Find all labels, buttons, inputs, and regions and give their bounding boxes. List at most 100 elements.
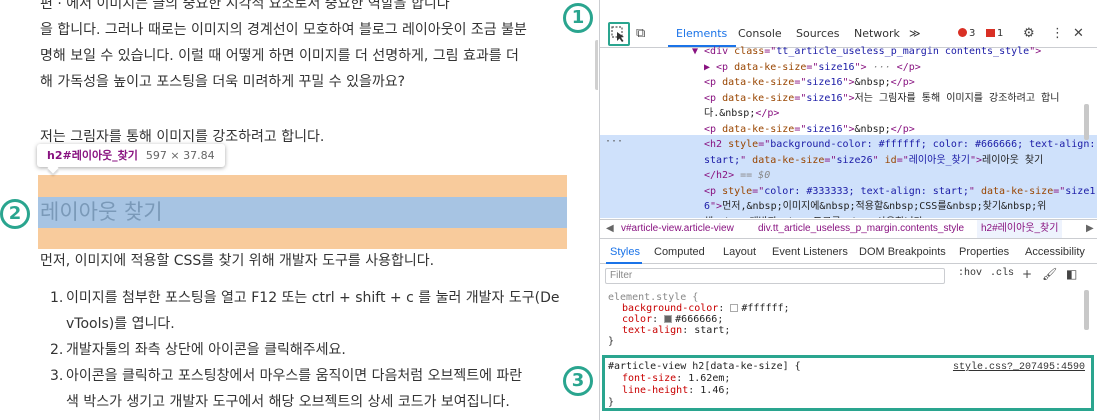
list-item: 3. 아이콘을 클릭하고 포스팅창에서 마우스를 움직이면 다음처럼 오브젝트에 … bbox=[50, 368, 523, 410]
inspect-tooltip: h2#레이아웃_찾기 597 × 37.84 bbox=[37, 144, 225, 167]
styles-subtabs: Styles Computed Layout Event Listeners D… bbox=[600, 240, 1097, 264]
tab-elements[interactable]: Elements bbox=[676, 27, 727, 40]
dom-scrollbar[interactable] bbox=[1084, 104, 1089, 140]
cls-toggle[interactable]: .cls bbox=[990, 268, 1014, 279]
dom-token: == $0 bbox=[740, 170, 771, 181]
tab-accessibility[interactable]: Accessibility bbox=[1025, 246, 1085, 258]
element-style-rule: element.style { background-color: #fffff… bbox=[608, 292, 790, 347]
issues-flag-icon bbox=[986, 29, 995, 37]
settings-gear-icon[interactable]: ⚙ bbox=[1023, 26, 1035, 41]
dom-node-line[interactable]: <p style="color: #333333; text-align: st… bbox=[704, 184, 1095, 200]
dom-token: =" bbox=[764, 46, 777, 57]
rule-close: } bbox=[608, 336, 615, 347]
step-badge-1: 1 bbox=[563, 3, 593, 33]
close-icon[interactable]: ✕ bbox=[1073, 26, 1084, 41]
tab-layout[interactable]: Layout bbox=[723, 246, 756, 258]
dom-node-line[interactable]: <p data-ke-size="size16">저는 그림자를 통해 이미지를… bbox=[704, 91, 1059, 107]
css-declaration[interactable]: font-size: 1.62em; bbox=[608, 373, 801, 385]
highlighted-css-rule: #article-view h2[data-ke-size] { font-si… bbox=[602, 355, 1094, 411]
dom-token: =" bbox=[794, 123, 807, 135]
css-declaration[interactable]: background-color: #ffffff; bbox=[608, 303, 790, 314]
dom-node-line[interactable]: 해&nbsp;개발자&nbsp;도구를&nbsp;사용합니다.</p> bbox=[704, 215, 953, 219]
dom-tree[interactable]: ··· ▼ <div class="tt_article_useless_p_m… bbox=[600, 44, 1097, 218]
dom-token: data-ke-size bbox=[722, 92, 795, 104]
heading-padding-highlight bbox=[38, 228, 567, 249]
dom-token: </p> bbox=[929, 217, 953, 219]
dom-token: =" bbox=[758, 139, 771, 150]
breadcrumb-scroll-right[interactable]: ▶ bbox=[1086, 223, 1094, 234]
styles-scrollbar[interactable] bbox=[1084, 290, 1089, 330]
tab-properties[interactable]: Properties bbox=[959, 246, 1009, 258]
styles-filter-input[interactable]: Filter bbox=[605, 268, 945, 284]
dom-node-line[interactable]: </h2> == $0 bbox=[704, 168, 770, 184]
intro-line: 을 합니다. 그러나 때로는 이미지의 경계선이 모호하여 블로그 레이아웃이 … bbox=[40, 22, 527, 38]
tab-console[interactable]: Console bbox=[738, 27, 782, 40]
color-swatch[interactable] bbox=[664, 315, 673, 323]
list-item: 1. 이미지를 첨부한 포스팅을 열고 F12 또는 ctrl + shift +… bbox=[50, 290, 560, 332]
dom-token: size26 bbox=[836, 154, 873, 166]
css-declaration[interactable]: color: #666666; bbox=[608, 314, 790, 325]
dom-node-line[interactable]: 다.&nbsp;</p> bbox=[704, 106, 779, 122]
dom-token: <p bbox=[704, 92, 723, 104]
dom-token: style bbox=[728, 139, 759, 150]
dom-token: data-ke-size bbox=[734, 61, 807, 73]
dom-token: =" bbox=[794, 77, 807, 88]
dom-token: =" bbox=[752, 185, 765, 197]
dom-token: </p> bbox=[890, 123, 915, 135]
more-tabs-icon[interactable]: ≫ bbox=[909, 27, 921, 40]
kebab-menu-icon[interactable]: ⋮ bbox=[1051, 26, 1064, 41]
tab-styles[interactable]: Styles bbox=[610, 246, 640, 258]
css-rule: #article-view h2[data-ke-size] { font-si… bbox=[608, 361, 801, 409]
dom-node-line[interactable]: 6">먼저,&nbsp;이미지에&nbsp;적용할&nbsp;CSS를&nbsp… bbox=[704, 199, 1046, 215]
inspect-element-button[interactable] bbox=[608, 22, 630, 46]
css-declaration[interactable]: text-align: start; bbox=[608, 325, 790, 336]
rule-selector: #article-view h2[data-ke-size] { bbox=[608, 361, 801, 372]
dom-token: "> bbox=[854, 61, 873, 73]
breadcrumb-item[interactable]: v#article-view.article-view bbox=[621, 223, 734, 234]
dom-token: data-ke-size bbox=[722, 123, 795, 135]
dom-token: start; bbox=[704, 154, 741, 166]
tab-event-listeners[interactable]: Event Listeners bbox=[772, 246, 848, 258]
dom-node-line[interactable]: ▶ <p data-ke-size="size16"> ··· </p> bbox=[704, 60, 921, 76]
device-toolbar-icon[interactable]: ⧉ bbox=[636, 26, 645, 41]
tab-dom-breakpoints[interactable]: DOM Breakpoints bbox=[859, 246, 946, 258]
dom-node-line[interactable]: <h2 style="background-color: #ffffff; co… bbox=[704, 137, 1095, 153]
dom-node-line[interactable]: start;" data-ke-size="size26" id="레이아웃_찾… bbox=[704, 153, 1043, 169]
paint-brush-icon[interactable]: 🖌 bbox=[1042, 267, 1057, 281]
hov-toggle[interactable]: :hov bbox=[958, 268, 982, 279]
dom-token: "> bbox=[842, 77, 855, 88]
stylesheet-source-link[interactable]: style.css?_207495:4590 bbox=[953, 362, 1085, 373]
dom-token: "> bbox=[969, 154, 983, 166]
tab-network[interactable]: Network bbox=[854, 27, 900, 40]
css-declaration[interactable]: line-height: 1.46; bbox=[608, 385, 801, 397]
list-item: 2. 개발자툴의 좌측 상단에 아이콘을 클릭해주세요. bbox=[50, 342, 346, 358]
warning-counter[interactable]: 1 bbox=[986, 28, 1003, 39]
dom-token: " bbox=[968, 185, 981, 197]
section-heading[interactable]: 레이아웃 찾기 bbox=[40, 199, 163, 226]
dom-node-line[interactable]: <p data-ke-size="size16">&nbsp;</p> bbox=[704, 122, 915, 138]
breadcrumb-scroll-left[interactable]: ◀ bbox=[606, 223, 614, 234]
dom-token: "> bbox=[1029, 46, 1042, 57]
tab-sources[interactable]: Sources bbox=[796, 27, 840, 40]
dom-token: 저는 그림자를 통해 이미지를 강조하려고 합니 bbox=[854, 92, 1060, 104]
dom-token: "> bbox=[842, 123, 855, 135]
color-swatch[interactable] bbox=[730, 304, 739, 312]
dom-token: <p bbox=[704, 123, 723, 135]
sidebar-toggle-icon[interactable]: ◧ bbox=[1066, 267, 1077, 281]
dom-node-line[interactable]: ▼ <div class="tt_article_useless_p_margi… bbox=[692, 44, 1041, 60]
dom-token: size16 bbox=[806, 92, 843, 104]
breadcrumb-item-active[interactable]: h2#레이아웃_찾기 bbox=[977, 220, 1063, 238]
blog-page: 편 · 에서 이미지는 글의 중요한 시각적 요소로서 중요한 역할을 합니다 … bbox=[0, 0, 598, 420]
page-scrollbar[interactable] bbox=[595, 40, 598, 90]
dom-token: =" bbox=[806, 61, 819, 73]
dom-token: =" bbox=[824, 154, 837, 166]
intro-line: 해 가독성을 높이고 포스팅을 더욱 미려하게 꾸밀 수 있을까요? bbox=[40, 74, 406, 90]
error-counter[interactable]: 3 bbox=[958, 28, 975, 39]
new-rule-plus-icon[interactable]: + bbox=[1022, 267, 1032, 281]
devtools-paragraph: 먼저, 이미지에 적용할 CSS를 찾기 위해 개발자 도구를 사용합니다. bbox=[40, 253, 435, 269]
element-style-selector: element.style { bbox=[608, 292, 699, 303]
node-actions-ellipsis[interactable]: ··· bbox=[605, 136, 623, 147]
tab-computed[interactable]: Computed bbox=[654, 246, 705, 258]
breadcrumb-item[interactable]: div.tt_article_useless_p_margin.contents… bbox=[758, 223, 964, 234]
dom-node-line[interactable]: <p data-ke-size="size16">&nbsp;</p> bbox=[704, 75, 915, 91]
